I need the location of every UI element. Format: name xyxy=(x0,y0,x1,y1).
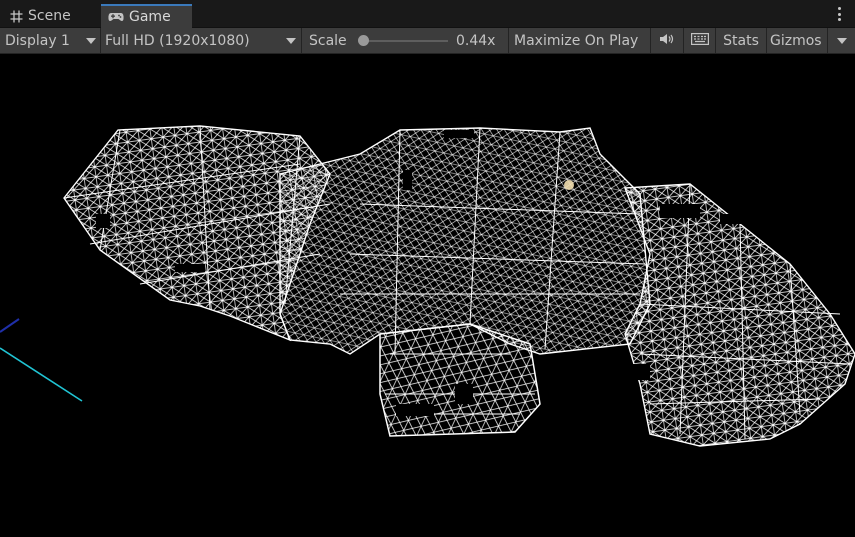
scale-value: 0.44x xyxy=(456,32,496,49)
game-toolbar: Display 1 Full HD (1920x1080) Scale 0.44… xyxy=(0,28,855,54)
game-view-window: Scene Game Display 1 Full HD (1920x1080)… xyxy=(0,0,855,537)
scale-label: Scale xyxy=(309,32,347,49)
chevron-down-icon xyxy=(86,38,96,44)
light-gizmo-icon xyxy=(564,180,574,190)
axis-cyan-line xyxy=(0,347,83,402)
tab-scene-label: Scene xyxy=(28,8,71,24)
gamepad-icon xyxy=(108,11,124,23)
resolution-label: Full HD (1920x1080) xyxy=(105,32,250,49)
scale-slider-thumb[interactable] xyxy=(358,35,369,46)
tab-bar: Scene Game xyxy=(0,0,855,28)
game-viewport[interactable] xyxy=(0,54,855,537)
tab-game[interactable]: Game xyxy=(101,4,192,28)
resolution-dropdown[interactable]: Full HD (1920x1080) xyxy=(101,28,301,53)
keyboard-icon xyxy=(690,32,709,49)
display-dropdown[interactable]: Display 1 xyxy=(0,28,100,53)
tab-game-label: Game xyxy=(129,9,171,25)
chevron-down-icon xyxy=(837,38,847,44)
axis-blue-line xyxy=(0,318,20,333)
scale-slider-track[interactable] xyxy=(362,40,448,42)
display-label: Display 1 xyxy=(5,32,70,49)
grid-icon xyxy=(10,10,23,23)
gizmos-toggle[interactable]: Gizmos xyxy=(767,28,827,53)
mesh-center xyxy=(279,127,651,355)
gizmos-dropdown[interactable] xyxy=(828,28,855,53)
chevron-down-icon xyxy=(286,38,296,44)
shortcuts-toggle[interactable] xyxy=(684,28,715,53)
stats-toggle[interactable]: Stats xyxy=(716,28,766,53)
mesh-lower-block xyxy=(379,323,541,437)
more-options-icon[interactable] xyxy=(837,7,841,21)
mute-audio-toggle[interactable] xyxy=(651,28,683,53)
speaker-icon xyxy=(659,33,675,49)
tab-scene[interactable]: Scene xyxy=(0,4,99,28)
wireframe-scene xyxy=(0,125,855,447)
maximize-on-play-toggle[interactable]: Maximize On Play xyxy=(509,28,650,53)
